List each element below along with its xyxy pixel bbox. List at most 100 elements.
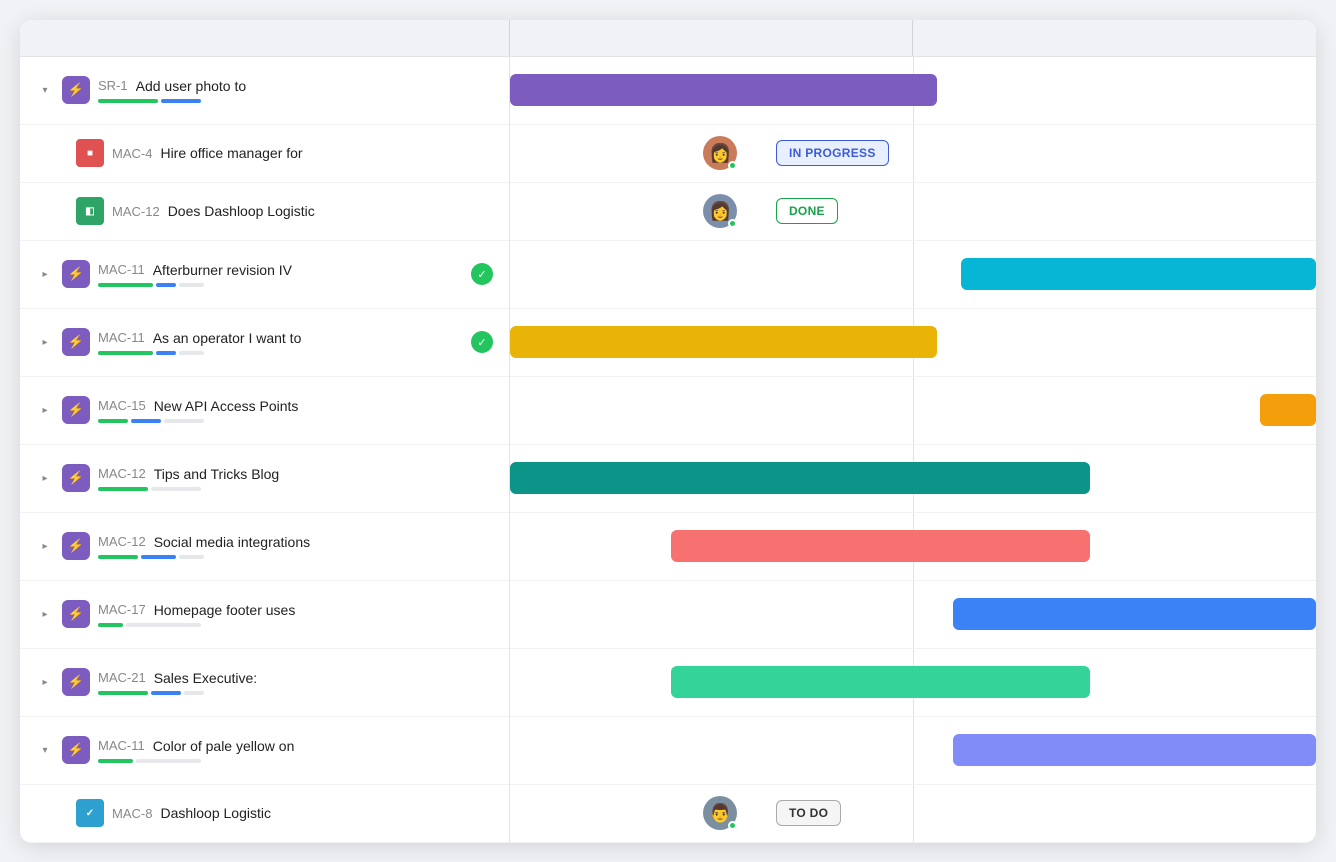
gantt-column: 👩 IN PROGRESS 👩 DONE 👨 TO DO (510, 57, 1316, 843)
sub-item-badge-icon: ✓ (76, 799, 104, 827)
gantt-row (510, 717, 1316, 785)
item-name: Social media integrations (154, 534, 310, 550)
epic-row: ▸⚡MAC-11Afterburner revision IV✓ (20, 241, 509, 309)
epic-row: ▾ ⚡ MAC-11 Color of pale yellow on (20, 717, 509, 785)
item-id: MAC-21 (98, 670, 146, 685)
item-content: MAC-12 Tips and Tricks Blog (98, 466, 493, 491)
item-badge-icon: ⚡ (62, 736, 90, 764)
item-name: Color of pale yellow on (153, 738, 295, 754)
may-header (510, 20, 913, 56)
status-badge: IN PROGRESS (776, 140, 889, 166)
gantt-sub-row: 👨 TO DO (510, 785, 1316, 843)
expand-button[interactable]: ▸ (36, 265, 54, 283)
progress-bars (98, 623, 493, 627)
item-content: MAC-15New API Access Points (98, 398, 493, 423)
gantt-bar[interactable] (671, 530, 1090, 562)
item-content: MAC-11 Color of pale yellow on (98, 738, 493, 763)
expand-button[interactable]: ▸ (36, 537, 54, 555)
item-badge-icon: ⚡ (62, 532, 90, 560)
expand-button[interactable]: ▸ (36, 673, 54, 691)
expand-button[interactable]: ▸ (36, 605, 54, 623)
gantt-row (510, 241, 1316, 309)
expand-button[interactable]: ▸ (36, 333, 54, 351)
done-badge: ✓ (471, 263, 493, 285)
gantt-card: ▾ ⚡ SR-1 Add user photo to ■ MAC-4 Hire office… (20, 20, 1316, 843)
item-id: MAC-11 (98, 330, 145, 345)
item-name: Tips and Tricks Blog (154, 466, 280, 482)
sub-item-badge-icon: ◧ (76, 197, 104, 225)
status-badge: DONE (776, 198, 838, 224)
progress-bars (98, 419, 493, 423)
item-id: MAC-12 (98, 466, 146, 481)
item-id: MAC-12 (98, 534, 146, 549)
sub-item-name: Dashloop Logistic (160, 805, 271, 821)
item-badge-icon: ⚡ (62, 464, 90, 492)
gantt-bar[interactable] (1260, 394, 1316, 426)
item-id: MAC-11 (98, 738, 145, 753)
header-row (20, 20, 1316, 57)
expand-button[interactable]: ▾ (36, 81, 54, 99)
gantt-bar[interactable] (510, 462, 1090, 494)
item-badge-icon: ⚡ (62, 668, 90, 696)
status-badge: TO DO (776, 800, 841, 826)
jun-header (913, 20, 1316, 56)
sub-item-badge-icon: ■ (76, 139, 104, 167)
progress-bars (98, 691, 493, 695)
item-name: Add user photo to (136, 78, 247, 94)
expand-button[interactable]: ▾ (36, 741, 54, 759)
avatar: 👨 (703, 796, 737, 830)
item-content: MAC-21 Sales Executive: (98, 670, 493, 695)
gantt-sub-row: 👩 DONE (510, 183, 1316, 241)
progress-bars (98, 555, 493, 559)
progress-bars (98, 759, 493, 763)
gantt-bar[interactable] (510, 74, 937, 106)
epic-row: ▾ ⚡ SR-1 Add user photo to (20, 57, 509, 125)
avatar: 👩 (703, 194, 737, 228)
done-badge: ✓ (471, 331, 493, 353)
gantt-bar[interactable] (953, 598, 1316, 630)
sub-epic-row: ◧ MAC-12 Does Dashloop Logistic (20, 183, 509, 241)
item-badge-icon: ⚡ (62, 76, 90, 104)
gantt-bar[interactable] (953, 734, 1316, 766)
item-content: MAC-17Homepage footer uses (98, 602, 493, 627)
sub-epic-row: ✓ MAC-8 Dashloop Logistic (20, 785, 509, 843)
epic-row: ▸ ⚡ MAC-12 Social media integrations (20, 513, 509, 581)
gantt-sub-row: 👩 IN PROGRESS (510, 125, 1316, 183)
progress-bars (98, 351, 465, 355)
epic-row: ▸ ⚡ MAC-15New API Access Points (20, 377, 509, 445)
sub-item-id: MAC-8 (112, 806, 152, 821)
gantt-row (510, 581, 1316, 649)
progress-bars (98, 487, 493, 491)
gantt-row (510, 377, 1316, 445)
epic-header (20, 20, 510, 56)
gantt-bar[interactable] (961, 258, 1316, 290)
item-content: MAC-12 Social media integrations (98, 534, 493, 559)
item-content: SR-1 Add user photo to (98, 78, 493, 103)
expand-button[interactable]: ▸ (36, 469, 54, 487)
epic-row: ▸ ⚡ MAC-11 As an operator I want to ✓ (20, 309, 509, 377)
item-id: MAC-15 (98, 398, 146, 413)
progress-bars (98, 99, 493, 103)
gantt-row (510, 57, 1316, 125)
item-badge-icon: ⚡ (62, 328, 90, 356)
item-badge-icon: ⚡ (62, 396, 90, 424)
sub-item-id: MAC-12 (112, 204, 160, 219)
item-name: Afterburner revision IV (153, 262, 292, 278)
gantt-row (510, 309, 1316, 377)
gantt-bar[interactable] (671, 666, 1090, 698)
epic-row: ▸ ⚡ MAC-21 Sales Executive: (20, 649, 509, 717)
item-id: SR-1 (98, 78, 128, 93)
sub-item-id: MAC-4 (112, 146, 152, 161)
item-name: As an operator I want to (153, 330, 302, 346)
sub-item-name: Does Dashloop Logistic (168, 203, 315, 219)
gantt-row (510, 513, 1316, 581)
avatar: 👩 (703, 136, 737, 170)
expand-button[interactable]: ▸ (36, 401, 54, 419)
item-id: MAC-17 (98, 602, 146, 617)
sub-item-name: Hire office manager for (160, 145, 302, 161)
item-badge-icon: ⚡ (62, 600, 90, 628)
epic-row: ▸ ⚡ MAC-17Homepage footer uses (20, 581, 509, 649)
item-name: Sales Executive: (154, 670, 258, 686)
gantt-row (510, 445, 1316, 513)
gantt-bar[interactable] (510, 326, 937, 358)
